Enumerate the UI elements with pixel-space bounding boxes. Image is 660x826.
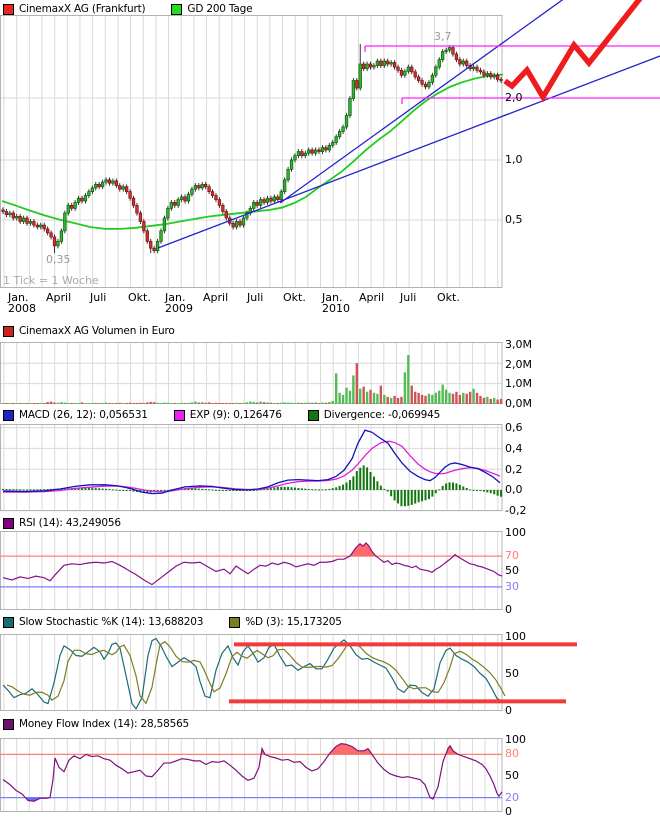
series-swatch: [3, 410, 14, 421]
volume-legend: CinemaxX AG Volumen in Euro: [3, 325, 175, 337]
legend-item: CinemaxX AG (Frankfurt): [3, 3, 145, 15]
tick-note: 1 Tick = 1 Woche: [3, 275, 99, 287]
x-axis-label: Jan.2009: [165, 292, 193, 314]
macd-legend: MACD (26, 12): 0,056531 EXP (9): 0,12647…: [3, 409, 440, 421]
legend-item: RSI (14): 43,249056: [3, 517, 121, 529]
rsi-legend: RSI (14): 43,249056: [3, 517, 121, 529]
mfi-legend: Money Flow Index (14): 28,58565: [3, 718, 189, 730]
y-axis-label: 0: [505, 705, 512, 717]
y-axis-label: 0,5: [505, 214, 523, 226]
y-axis-label: 0,6: [505, 422, 523, 434]
legend-label: EXP (9): 0,126476: [190, 409, 282, 421]
series-swatch: [3, 326, 14, 337]
series-swatch: [171, 4, 182, 15]
legend-item: Money Flow Index (14): 28,58565: [3, 718, 189, 730]
x-axis-label: April: [359, 292, 384, 303]
level-high-label: 3,7: [434, 31, 452, 43]
series-swatch: [3, 518, 14, 529]
y-axis-label: 30: [505, 581, 519, 593]
price-legend: CinemaxX AG (Frankfurt) GD 200 Tage: [3, 3, 252, 15]
y-axis-label: 20: [505, 792, 519, 804]
y-axis-label: -0,2: [505, 505, 526, 517]
y-axis-label: 0,2: [505, 464, 523, 476]
series-swatch: [3, 719, 14, 730]
x-axis-label: Okt.: [128, 292, 151, 303]
y-axis-label: 50: [505, 668, 519, 680]
legend-label: MACD (26, 12): 0,056531: [19, 409, 148, 421]
y-axis-label: 50: [505, 565, 519, 577]
x-axis-label: Juli: [247, 292, 263, 303]
series-swatch: [3, 4, 14, 15]
legend-label: RSI (14): 43,249056: [19, 517, 121, 529]
legend-item: GD 200 Tage: [171, 3, 252, 15]
x-axis-label: Jan.2008: [8, 292, 36, 314]
stock-chart-page: CinemaxX AG (Frankfurt) GD 200 Tage 3,7 …: [0, 0, 660, 826]
legend-item: MACD (26, 12): 0,056531: [3, 409, 148, 421]
x-axis-label: April: [46, 292, 71, 303]
x-axis-label: Jan.2010: [322, 292, 350, 314]
series-swatch: [174, 410, 185, 421]
legend-label: Money Flow Index (14): 28,58565: [19, 718, 189, 730]
y-axis-label: 1,0: [505, 154, 523, 166]
series-swatch: [308, 410, 319, 421]
x-axis-label: Okt.: [437, 292, 460, 303]
y-axis-label: 0: [505, 604, 512, 616]
stochastic-legend: Slow Stochastic %K (14): 13,688203 %D (3…: [3, 616, 342, 628]
legend-item: Slow Stochastic %K (14): 13,688203: [3, 616, 203, 628]
legend-item: %D (3): 15,173205: [229, 616, 342, 628]
x-axis-label: Okt.: [283, 292, 306, 303]
y-axis-label: 50: [505, 770, 519, 782]
y-axis-label: 1,0M: [505, 378, 532, 390]
legend-item: CinemaxX AG Volumen in Euro: [3, 325, 175, 337]
y-axis-label: 2,0M: [505, 359, 532, 371]
y-axis-label: 0: [505, 806, 512, 818]
y-axis-label: 3,0M: [505, 339, 532, 351]
y-axis-label: 80: [505, 748, 519, 760]
y-axis-label: 70: [505, 550, 519, 562]
y-axis-label: 2,0: [505, 92, 523, 104]
series-swatch: [229, 617, 240, 628]
legend-item: EXP (9): 0,126476: [174, 409, 282, 421]
y-axis-label: 100: [505, 734, 526, 746]
y-axis-label: 100: [505, 631, 526, 643]
x-axis-label: Juli: [90, 292, 106, 303]
legend-label: %D (3): 15,173205: [245, 616, 342, 628]
y-axis-label: 0,4: [505, 443, 523, 455]
y-axis-label: 100: [505, 527, 526, 539]
x-axis-label: April: [203, 292, 228, 303]
legend-item: Divergence: -0,069945: [308, 409, 440, 421]
series-swatch: [3, 617, 14, 628]
legend-label: GD 200 Tage: [187, 3, 252, 15]
legend-label: Slow Stochastic %K (14): 13,688203: [19, 616, 203, 628]
legend-label: CinemaxX AG Volumen in Euro: [19, 325, 175, 337]
x-axis-label: Juli: [400, 292, 416, 303]
y-axis-label: 0,0M: [505, 398, 532, 410]
y-axis-label: 0,0: [505, 484, 523, 496]
low-price-label: 0,35: [46, 254, 71, 266]
legend-label: CinemaxX AG (Frankfurt): [19, 3, 145, 15]
legend-label: Divergence: -0,069945: [324, 409, 440, 421]
